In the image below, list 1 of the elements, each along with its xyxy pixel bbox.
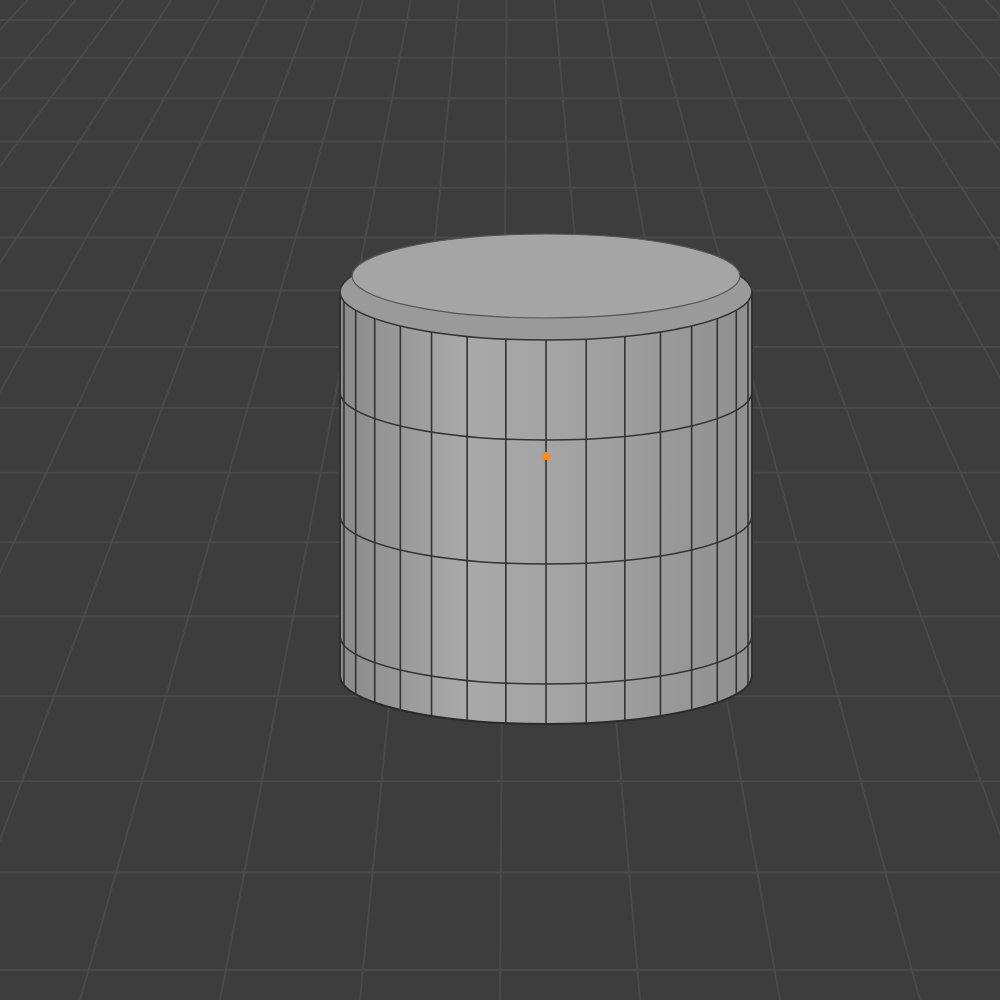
cylinder-mesh-drawing[interactable] xyxy=(339,233,753,725)
